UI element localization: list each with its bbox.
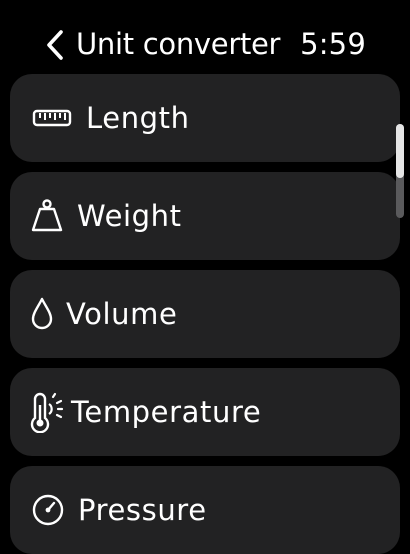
drop-icon	[28, 270, 56, 358]
weight-icon	[30, 172, 64, 260]
list-item-volume[interactable]: Volume	[10, 270, 400, 358]
chevron-left-icon	[47, 30, 63, 60]
thermometer-sun-icon	[28, 368, 64, 456]
page-title: Unit converter	[76, 27, 281, 61]
list-item-temperature[interactable]: Temperature	[10, 368, 400, 456]
list-item-pressure[interactable]: Pressure	[10, 466, 400, 554]
list-item-label: Temperature	[71, 395, 262, 429]
ruler-icon	[32, 74, 72, 162]
header: Unit converter 5:59	[0, 0, 410, 74]
back-button[interactable]	[40, 28, 70, 62]
list-item-weight[interactable]: Weight	[10, 172, 400, 260]
clock-time: 5:59	[300, 27, 366, 61]
scrollbar-thumb[interactable]	[396, 124, 404, 178]
list-item-label: Volume	[66, 297, 178, 331]
list-item-length[interactable]: Length	[10, 74, 400, 162]
scrollbar[interactable]	[396, 124, 404, 218]
list-item-label: Weight	[77, 199, 182, 233]
list-item-label: Pressure	[78, 493, 207, 527]
list-item-label: Length	[86, 101, 190, 135]
gauge-icon	[30, 466, 66, 554]
